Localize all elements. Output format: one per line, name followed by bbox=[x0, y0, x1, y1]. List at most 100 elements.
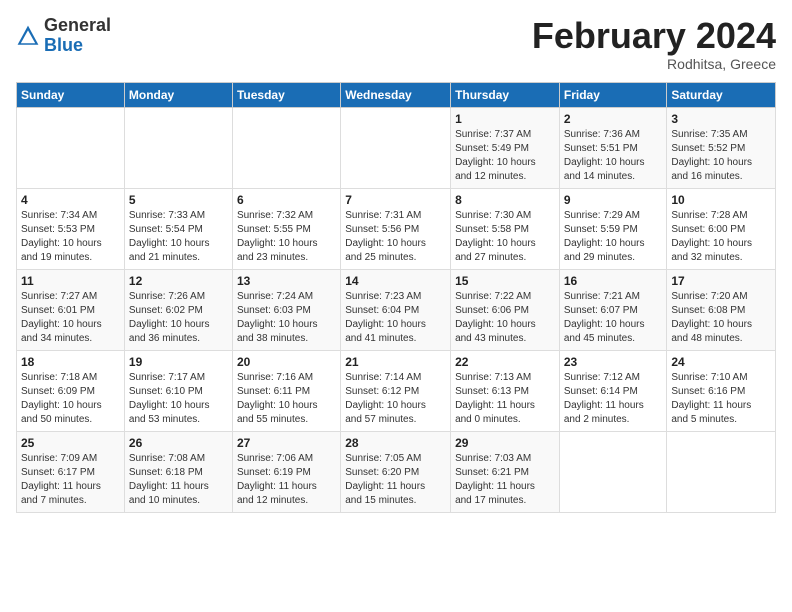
logo-icon bbox=[16, 24, 40, 48]
day-number: 1 bbox=[455, 112, 555, 126]
calendar-cell bbox=[341, 107, 451, 188]
calendar-cell: 25 Sunrise: 7:09 AM Sunset: 6:17 PM Dayli… bbox=[17, 431, 125, 512]
calendar-cell: 11 Sunrise: 7:27 AM Sunset: 6:01 PM Dayli… bbox=[17, 269, 125, 350]
day-info: Sunrise: 7:21 AM Sunset: 6:07 PM Dayligh… bbox=[564, 290, 663, 346]
calendar-cell: 16 Sunrise: 7:21 AM Sunset: 6:07 PM Dayli… bbox=[559, 269, 667, 350]
calendar-cell: 26 Sunrise: 7:08 AM Sunset: 6:18 PM Dayli… bbox=[124, 431, 232, 512]
calendar-cell bbox=[559, 431, 667, 512]
calendar-cell: 24 Sunrise: 7:10 AM Sunset: 6:16 PM Dayli… bbox=[667, 350, 776, 431]
calendar-cell: 18 Sunrise: 7:18 AM Sunset: 6:09 PM Dayli… bbox=[17, 350, 125, 431]
day-info: Sunrise: 7:37 AM Sunset: 5:49 PM Dayligh… bbox=[455, 128, 555, 184]
calendar-cell: 6 Sunrise: 7:32 AM Sunset: 5:55 PM Daylig… bbox=[232, 188, 340, 269]
day-number: 16 bbox=[564, 274, 663, 288]
weekday-header-thursday: Thursday bbox=[451, 82, 560, 107]
day-info: Sunrise: 7:32 AM Sunset: 5:55 PM Dayligh… bbox=[237, 209, 336, 265]
calendar-cell: 14 Sunrise: 7:23 AM Sunset: 6:04 PM Dayli… bbox=[341, 269, 451, 350]
day-info: Sunrise: 7:14 AM Sunset: 6:12 PM Dayligh… bbox=[345, 371, 446, 427]
calendar-cell bbox=[17, 107, 125, 188]
day-number: 8 bbox=[455, 193, 555, 207]
day-number: 7 bbox=[345, 193, 446, 207]
calendar-cell: 4 Sunrise: 7:34 AM Sunset: 5:53 PM Daylig… bbox=[17, 188, 125, 269]
calendar-table: SundayMondayTuesdayWednesdayThursdayFrid… bbox=[16, 82, 776, 513]
day-info: Sunrise: 7:34 AM Sunset: 5:53 PM Dayligh… bbox=[21, 209, 120, 265]
weekday-header-saturday: Saturday bbox=[667, 82, 776, 107]
day-number: 11 bbox=[21, 274, 120, 288]
location-subtitle: Rodhitsa, Greece bbox=[532, 56, 776, 72]
calendar-cell: 8Sunrise: 7:30 AM Sunset: 5:58 PM Daylig… bbox=[451, 188, 560, 269]
day-number: 15 bbox=[455, 274, 555, 288]
weekday-header-friday: Friday bbox=[559, 82, 667, 107]
day-number: 6 bbox=[237, 193, 336, 207]
day-info: Sunrise: 7:23 AM Sunset: 6:04 PM Dayligh… bbox=[345, 290, 446, 346]
calendar-cell: 29Sunrise: 7:03 AM Sunset: 6:21 PM Dayli… bbox=[451, 431, 560, 512]
page-header: General Blue February 2024 Rodhitsa, Gre… bbox=[16, 16, 776, 72]
day-info: Sunrise: 7:26 AM Sunset: 6:02 PM Dayligh… bbox=[129, 290, 228, 346]
day-number: 4 bbox=[21, 193, 120, 207]
calendar-cell: 23 Sunrise: 7:12 AM Sunset: 6:14 PM Dayli… bbox=[559, 350, 667, 431]
day-number: 18 bbox=[21, 355, 120, 369]
month-title: February 2024 bbox=[532, 16, 776, 56]
day-info: Sunrise: 7:03 AM Sunset: 6:21 PM Dayligh… bbox=[455, 452, 555, 508]
day-number: 24 bbox=[671, 355, 771, 369]
day-info: Sunrise: 7:24 AM Sunset: 6:03 PM Dayligh… bbox=[237, 290, 336, 346]
day-number: 9 bbox=[564, 193, 663, 207]
logo: General Blue bbox=[16, 16, 111, 56]
calendar-cell: 20 Sunrise: 7:16 AM Sunset: 6:11 PM Dayli… bbox=[232, 350, 340, 431]
calendar-cell: 17 Sunrise: 7:20 AM Sunset: 6:08 PM Dayli… bbox=[667, 269, 776, 350]
week-row-4: 18 Sunrise: 7:18 AM Sunset: 6:09 PM Dayli… bbox=[17, 350, 776, 431]
day-number: 25 bbox=[21, 436, 120, 450]
calendar-cell: 1 Sunrise: 7:37 AM Sunset: 5:49 PM Daylig… bbox=[451, 107, 560, 188]
calendar-cell: 12Sunrise: 7:26 AM Sunset: 6:02 PM Dayli… bbox=[124, 269, 232, 350]
day-number: 21 bbox=[345, 355, 446, 369]
day-info: Sunrise: 7:27 AM Sunset: 6:01 PM Dayligh… bbox=[21, 290, 120, 346]
calendar-cell: 13 Sunrise: 7:24 AM Sunset: 6:03 PM Dayli… bbox=[232, 269, 340, 350]
day-info: Sunrise: 7:10 AM Sunset: 6:16 PM Dayligh… bbox=[671, 371, 771, 427]
day-number: 20 bbox=[237, 355, 336, 369]
day-info: Sunrise: 7:29 AM Sunset: 5:59 PM Dayligh… bbox=[564, 209, 663, 265]
calendar-cell bbox=[667, 431, 776, 512]
day-number: 2 bbox=[564, 112, 663, 126]
day-info: Sunrise: 7:09 AM Sunset: 6:17 PM Dayligh… bbox=[21, 452, 120, 508]
weekday-header-row: SundayMondayTuesdayWednesdayThursdayFrid… bbox=[17, 82, 776, 107]
calendar-cell bbox=[232, 107, 340, 188]
day-info: Sunrise: 7:33 AM Sunset: 5:54 PM Dayligh… bbox=[129, 209, 228, 265]
day-number: 14 bbox=[345, 274, 446, 288]
day-info: Sunrise: 7:22 AM Sunset: 6:06 PM Dayligh… bbox=[455, 290, 555, 346]
calendar-cell: 3Sunrise: 7:35 AM Sunset: 5:52 PM Daylig… bbox=[667, 107, 776, 188]
day-number: 5 bbox=[129, 193, 228, 207]
week-row-5: 25 Sunrise: 7:09 AM Sunset: 6:17 PM Dayli… bbox=[17, 431, 776, 512]
day-number: 26 bbox=[129, 436, 228, 450]
calendar-cell: 21 Sunrise: 7:14 AM Sunset: 6:12 PM Dayli… bbox=[341, 350, 451, 431]
day-info: Sunrise: 7:05 AM Sunset: 6:20 PM Dayligh… bbox=[345, 452, 446, 508]
day-number: 23 bbox=[564, 355, 663, 369]
day-info: Sunrise: 7:08 AM Sunset: 6:18 PM Dayligh… bbox=[129, 452, 228, 508]
week-row-3: 11 Sunrise: 7:27 AM Sunset: 6:01 PM Dayli… bbox=[17, 269, 776, 350]
day-number: 13 bbox=[237, 274, 336, 288]
weekday-header-tuesday: Tuesday bbox=[232, 82, 340, 107]
calendar-cell: 7 Sunrise: 7:31 AM Sunset: 5:56 PM Daylig… bbox=[341, 188, 451, 269]
calendar-cell: 28Sunrise: 7:05 AM Sunset: 6:20 PM Dayli… bbox=[341, 431, 451, 512]
day-info: Sunrise: 7:13 AM Sunset: 6:13 PM Dayligh… bbox=[455, 371, 555, 427]
day-info: Sunrise: 7:12 AM Sunset: 6:14 PM Dayligh… bbox=[564, 371, 663, 427]
week-row-1: 1 Sunrise: 7:37 AM Sunset: 5:49 PM Daylig… bbox=[17, 107, 776, 188]
day-number: 19 bbox=[129, 355, 228, 369]
weekday-header-monday: Monday bbox=[124, 82, 232, 107]
day-number: 22 bbox=[455, 355, 555, 369]
day-info: Sunrise: 7:28 AM Sunset: 6:00 PM Dayligh… bbox=[671, 209, 771, 265]
calendar-cell bbox=[124, 107, 232, 188]
calendar-cell: 22 Sunrise: 7:13 AM Sunset: 6:13 PM Dayli… bbox=[451, 350, 560, 431]
day-number: 27 bbox=[237, 436, 336, 450]
week-row-2: 4 Sunrise: 7:34 AM Sunset: 5:53 PM Daylig… bbox=[17, 188, 776, 269]
day-info: Sunrise: 7:18 AM Sunset: 6:09 PM Dayligh… bbox=[21, 371, 120, 427]
calendar-cell: 2 Sunrise: 7:36 AM Sunset: 5:51 PM Daylig… bbox=[559, 107, 667, 188]
day-info: Sunrise: 7:20 AM Sunset: 6:08 PM Dayligh… bbox=[671, 290, 771, 346]
day-info: Sunrise: 7:36 AM Sunset: 5:51 PM Dayligh… bbox=[564, 128, 663, 184]
logo-general-text: General bbox=[44, 15, 111, 35]
calendar-cell: 5 Sunrise: 7:33 AM Sunset: 5:54 PM Daylig… bbox=[124, 188, 232, 269]
calendar-cell: 15 Sunrise: 7:22 AM Sunset: 6:06 PM Dayli… bbox=[451, 269, 560, 350]
day-info: Sunrise: 7:16 AM Sunset: 6:11 PM Dayligh… bbox=[237, 371, 336, 427]
day-info: Sunrise: 7:17 AM Sunset: 6:10 PM Dayligh… bbox=[129, 371, 228, 427]
day-info: Sunrise: 7:31 AM Sunset: 5:56 PM Dayligh… bbox=[345, 209, 446, 265]
day-number: 17 bbox=[671, 274, 771, 288]
day-number: 10 bbox=[671, 193, 771, 207]
